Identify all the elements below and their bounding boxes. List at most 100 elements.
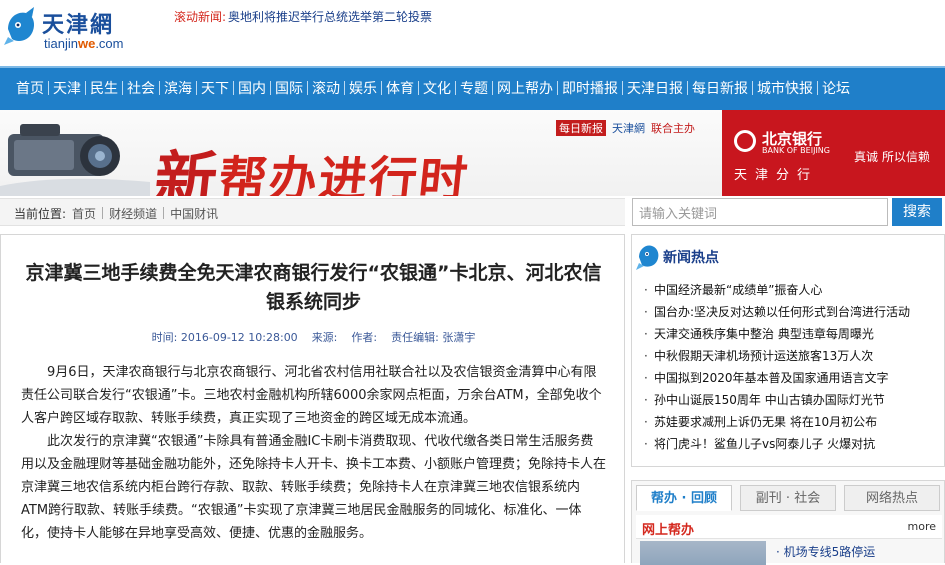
news-list-item[interactable]: · 孙中山诞辰150周年 中山古镇办国际灯光节: [644, 389, 944, 411]
tab-section-header: 网上帮办 more: [636, 515, 942, 539]
bank-ad[interactable]: 北京银行 BANK OF BEIJING 真诚 所以信赖 天津分行: [722, 110, 945, 196]
nav-item: 首页: [16, 78, 44, 98]
nav-item: 天津日报: [618, 78, 683, 98]
nav-link[interactable]: 首页: [16, 78, 44, 98]
nav-separator: [418, 81, 419, 95]
more-link[interactable]: more: [908, 520, 937, 533]
bullet-icon: ·: [644, 415, 648, 429]
nav-link[interactable]: 天下: [201, 78, 229, 98]
logo-domain-text: tianjinwe.com: [44, 36, 124, 51]
nav-link[interactable]: 城市快报: [757, 78, 813, 98]
nav-list: 首页 天津 民生 社会 滨海 天下 国内 国际 滚动 娱乐 体育 文化 专题 网上帮办 即时播报 天津日报 每日…: [0, 68, 945, 108]
bank-branch: 天津分行: [734, 168, 819, 183]
tab-supplement[interactable]: 副刊 · 社会: [740, 485, 836, 511]
news-list-item[interactable]: · 天津交通秩序集中整治 典型违章每周曝光: [644, 323, 944, 345]
ticker-link[interactable]: 奥地利将推迟举行总统选举第二轮投票: [228, 10, 432, 24]
nav-link[interactable]: 国际: [275, 78, 303, 98]
nav-link[interactable]: 国内: [238, 78, 266, 98]
logo-chinese-text: 天津網: [42, 12, 115, 38]
fish-icon: [636, 245, 659, 270]
thumbnail-image[interactable]: [640, 541, 766, 565]
nav-item: 网上帮办: [488, 78, 553, 98]
news-list-item[interactable]: · 中国拟到2020年基本普及国家通用语言文字: [644, 367, 944, 389]
nav-link[interactable]: 专题: [460, 78, 488, 98]
sponsor-text: 联合主办: [651, 122, 695, 135]
section-title: 网上帮办: [642, 523, 695, 538]
hot-news-panel: 新闻热点 · 中国经济最新“成绩单”振奋人心 · 国台办:坚决反对达赖以任何形式到台湾…: [631, 234, 945, 467]
nav-link[interactable]: 民生: [90, 78, 118, 98]
fish-logo-icon: [4, 7, 34, 45]
site-logo[interactable]: 天津網 tianjinwe.com: [4, 3, 154, 55]
article-editor: 责任编辑: 张潇宇: [391, 331, 476, 344]
nav-separator: [557, 81, 558, 95]
camera-illustration-icon: [0, 124, 150, 196]
article-paragraph: 此次发行的京津冀“农银通”卡除具有普通金融IC卡刷卡消费取现、代收代缴各类日常生…: [21, 434, 607, 541]
tab-news-item[interactable]: · 机场专线5路停运: [776, 543, 875, 560]
breadcrumb: 当前位置: 首页 财经频道 中国财讯: [0, 198, 625, 226]
nav-link[interactable]: 即时播报: [562, 78, 618, 98]
nav-link[interactable]: 天津日报: [627, 78, 683, 98]
nav-separator: [817, 81, 818, 95]
nav-separator: [687, 81, 688, 95]
news-item-text: 中国经济最新“成绩单”振奋人心: [654, 283, 823, 297]
nav-separator: [752, 81, 753, 95]
breadcrumb-separator: [163, 207, 165, 219]
news-item-text: 中秋假期天津机场预计运送旅客13万人次: [654, 349, 874, 363]
site-header: 天津網 tianjinwe.com 滚动新闻: 奥地利将推迟举行总统选举第二轮投票: [0, 0, 945, 66]
article-source: 来源:: [311, 331, 338, 344]
bank-logo-icon: [734, 130, 756, 152]
nav-link[interactable]: 每日新报: [692, 78, 748, 98]
banner-title: 新帮办进行时: [150, 144, 472, 196]
news-list-item[interactable]: · 苏娃要求减刑上诉仍无果 将在10月初公布: [644, 411, 944, 433]
nav-separator: [307, 81, 308, 95]
nav-item: 娱乐: [340, 78, 377, 98]
tab-review[interactable]: 帮办 · 回顾: [636, 485, 732, 511]
nav-separator: [48, 81, 49, 95]
search-input[interactable]: 请输入关键词: [632, 198, 888, 226]
news-list-item[interactable]: · 中秋假期天津机场预计运送旅客13万人次: [644, 345, 944, 367]
ticker-label: 滚动新闻:: [174, 10, 227, 24]
nav-item: 滨海: [155, 78, 192, 98]
nav-item: 国际: [266, 78, 303, 98]
nav-link[interactable]: 滚动: [312, 78, 340, 98]
banner-sponsors: 每日新报 天津網 联合主办: [556, 120, 695, 136]
breadcrumb-home[interactable]: 首页: [72, 205, 96, 225]
nav-link[interactable]: 滨海: [164, 78, 192, 98]
breadcrumb-separator: [102, 207, 104, 219]
nav-link[interactable]: 社会: [127, 78, 155, 98]
nav-item: 论坛: [813, 78, 850, 98]
nav-separator: [196, 81, 197, 95]
nav-separator: [455, 81, 456, 95]
nav-link[interactable]: 文化: [423, 78, 451, 98]
news-list-item[interactable]: · 将门虎斗！鲨鱼儿子vs阿泰儿子 火爆对抗: [644, 433, 944, 455]
nav-item: 体育: [377, 78, 414, 98]
nav-link[interactable]: 体育: [386, 78, 414, 98]
nav-item: 每日新报: [683, 78, 748, 98]
breadcrumb-finance[interactable]: 财经频道: [109, 205, 157, 225]
hot-news-header: 新闻热点: [632, 235, 944, 277]
article-title: 京津冀三地手续费全免天津农商银行发行“农银通”卡北京、河北农信银系统同步: [25, 262, 602, 313]
article-time: 时间: 2016-09-12 10:28:00: [151, 331, 298, 344]
article-meta: 时间: 2016-09-12 10:28:00 来源: 作者: 责任编辑: 张潇…: [21, 329, 606, 345]
nav-link[interactable]: 娱乐: [349, 78, 377, 98]
feature-tabs: 帮办 · 回顾 副刊 · 社会 网络热点 网上帮办 more · 机场专线5路停…: [631, 480, 945, 565]
tab-hot[interactable]: 网络热点: [844, 485, 940, 511]
bullet-icon: ·: [644, 283, 648, 297]
nav-link[interactable]: 网上帮办: [497, 78, 553, 98]
news-ticker: 滚动新闻: 奥地利将推迟举行总统选举第二轮投票: [174, 8, 432, 25]
news-list-item[interactable]: · 中国经济最新“成绩单”振奋人心: [644, 279, 944, 301]
nav-item: 城市快报: [748, 78, 813, 98]
bullet-icon: ·: [644, 393, 648, 407]
bullet-icon: ·: [644, 437, 648, 451]
breadcrumb-china-finance[interactable]: 中国财讯: [170, 205, 218, 225]
search-button[interactable]: 搜索: [892, 198, 942, 226]
nav-item: 社会: [118, 78, 155, 98]
bank-slogan: 真诚 所以信赖: [854, 150, 930, 164]
nav-item: 滚动: [303, 78, 340, 98]
nav-link[interactable]: 天津: [53, 78, 81, 98]
news-list-item[interactable]: · 国台办:坚决反对达赖以任何形式到台湾进行活动: [644, 301, 944, 323]
nav-link[interactable]: 论坛: [822, 78, 850, 98]
main-nav: 首页 天津 民生 社会 滨海 天下 国内 国际 滚动 娱乐 体育 文化 专题 网上帮办 即时播报 天津日报 每日…: [0, 66, 945, 110]
promo-banner[interactable]: 新帮办进行时 每日新报 天津網 联合主办 北京银行 BANK OF BEIJING …: [0, 110, 945, 196]
nav-separator: [381, 81, 382, 95]
